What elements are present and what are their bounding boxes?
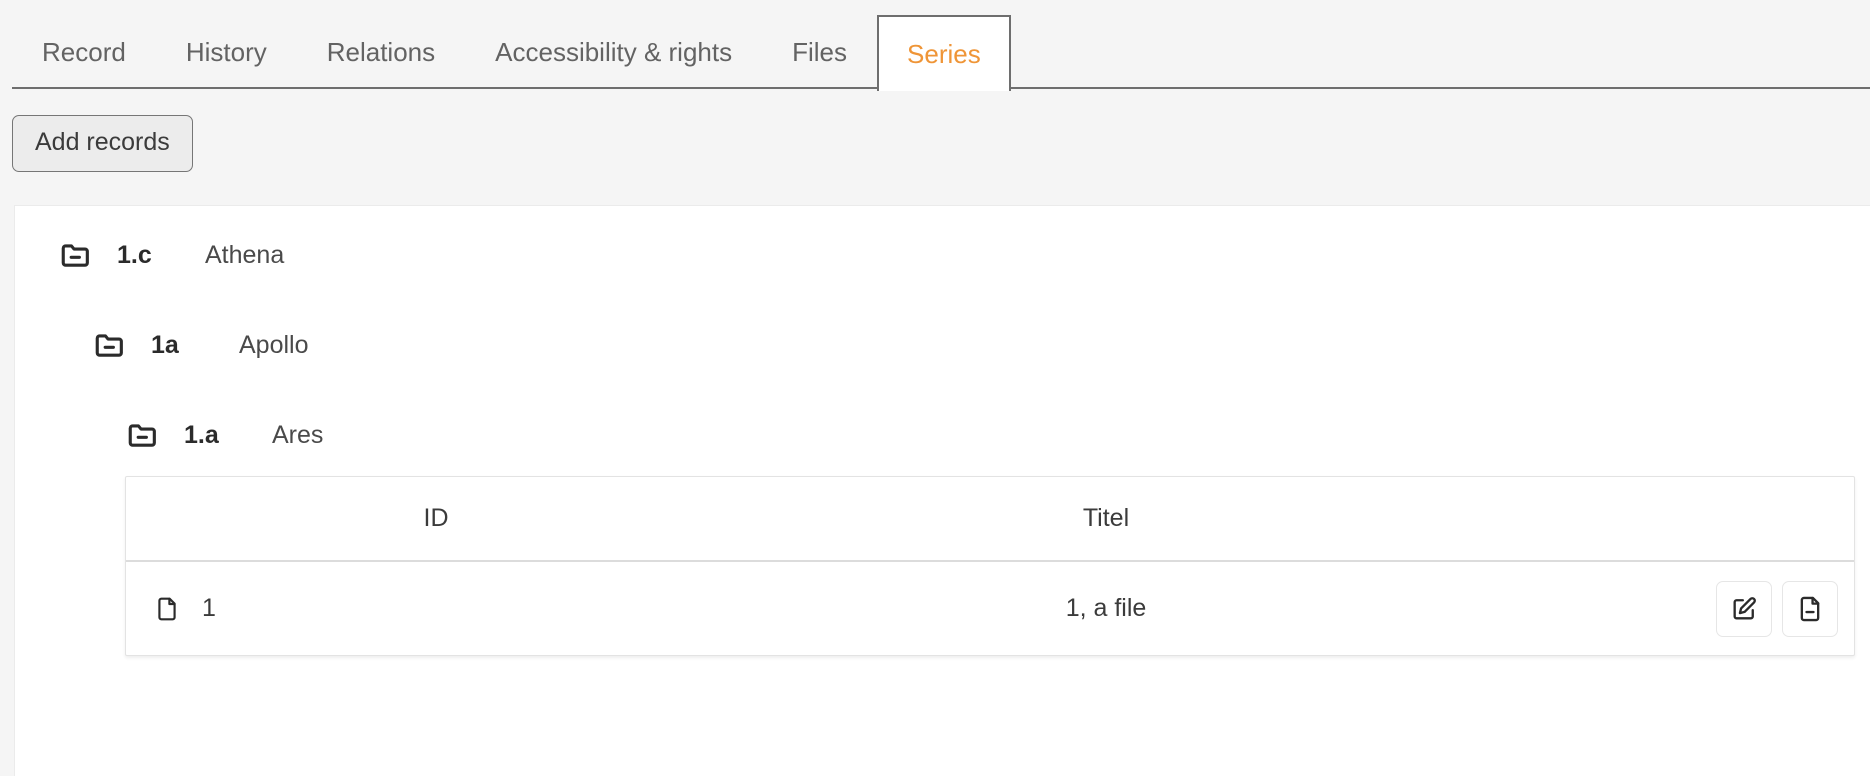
series-content-card: 1.c Athena 1a Apollo 1.a Ares ID Titel 1… <box>14 205 1870 776</box>
column-header-actions <box>1466 477 1854 562</box>
toolbar: Add records <box>0 89 1870 205</box>
records-table-head: ID Titel <box>126 477 1854 562</box>
pencil-square-icon <box>1730 595 1758 623</box>
tab-list: Record History Relations Accessibility &… <box>12 0 1011 91</box>
tree-node-title: Ares <box>272 420 324 449</box>
tree-node-title: Athena <box>205 240 285 269</box>
cell-actions <box>1466 561 1854 655</box>
folder-minus-icon[interactable] <box>59 238 93 272</box>
records-table: ID Titel 1 1, a file <box>126 477 1854 655</box>
column-header-titel[interactable]: Titel <box>746 477 1466 562</box>
folder-minus-icon[interactable] <box>93 328 127 362</box>
tree-node-apollo[interactable]: 1a Apollo <box>15 296 1870 386</box>
row-action-group <box>1716 580 1838 637</box>
records-table-body: 1 1, a file <box>126 561 1854 655</box>
table-row[interactable]: 1 1, a file <box>126 561 1854 655</box>
tab-accessibility-and-rights[interactable]: Accessibility & rights <box>465 37 762 91</box>
tab-relations[interactable]: Relations <box>297 37 465 91</box>
column-header-id[interactable]: ID <box>126 477 746 562</box>
cell-id: 1 <box>126 561 746 655</box>
folder-minus-icon[interactable] <box>126 418 160 452</box>
table-header-row: ID Titel <box>126 477 1854 562</box>
tree-node-ares[interactable]: 1.a Ares <box>15 386 1870 476</box>
tab-history[interactable]: History <box>156 37 297 91</box>
add-records-button[interactable]: Add records <box>12 115 193 172</box>
tab-files[interactable]: Files <box>762 37 877 91</box>
tree-node-athena[interactable]: 1.c Athena <box>15 206 1870 296</box>
tab-series[interactable]: Series <box>877 15 1011 91</box>
tree-node-code: 1.c <box>117 240 152 269</box>
tree-node-code: 1a <box>151 330 179 359</box>
records-table-card: ID Titel 1 1, a file <box>125 476 1855 656</box>
tree-node-title: Apollo <box>239 330 309 359</box>
edit-record-button[interactable] <box>1716 580 1772 637</box>
tab-record[interactable]: Record <box>12 37 156 91</box>
remove-record-button[interactable] <box>1782 580 1838 637</box>
cell-titel: 1, a file <box>1065 594 1147 622</box>
tree-node-code: 1.a <box>184 420 219 449</box>
file-minus-icon <box>1796 595 1824 623</box>
file-icon <box>154 594 180 624</box>
tab-bar: Record History Relations Accessibility &… <box>0 0 1870 91</box>
cell-id-value: 1 <box>202 594 216 622</box>
cell-id-content: 1 <box>154 594 216 624</box>
